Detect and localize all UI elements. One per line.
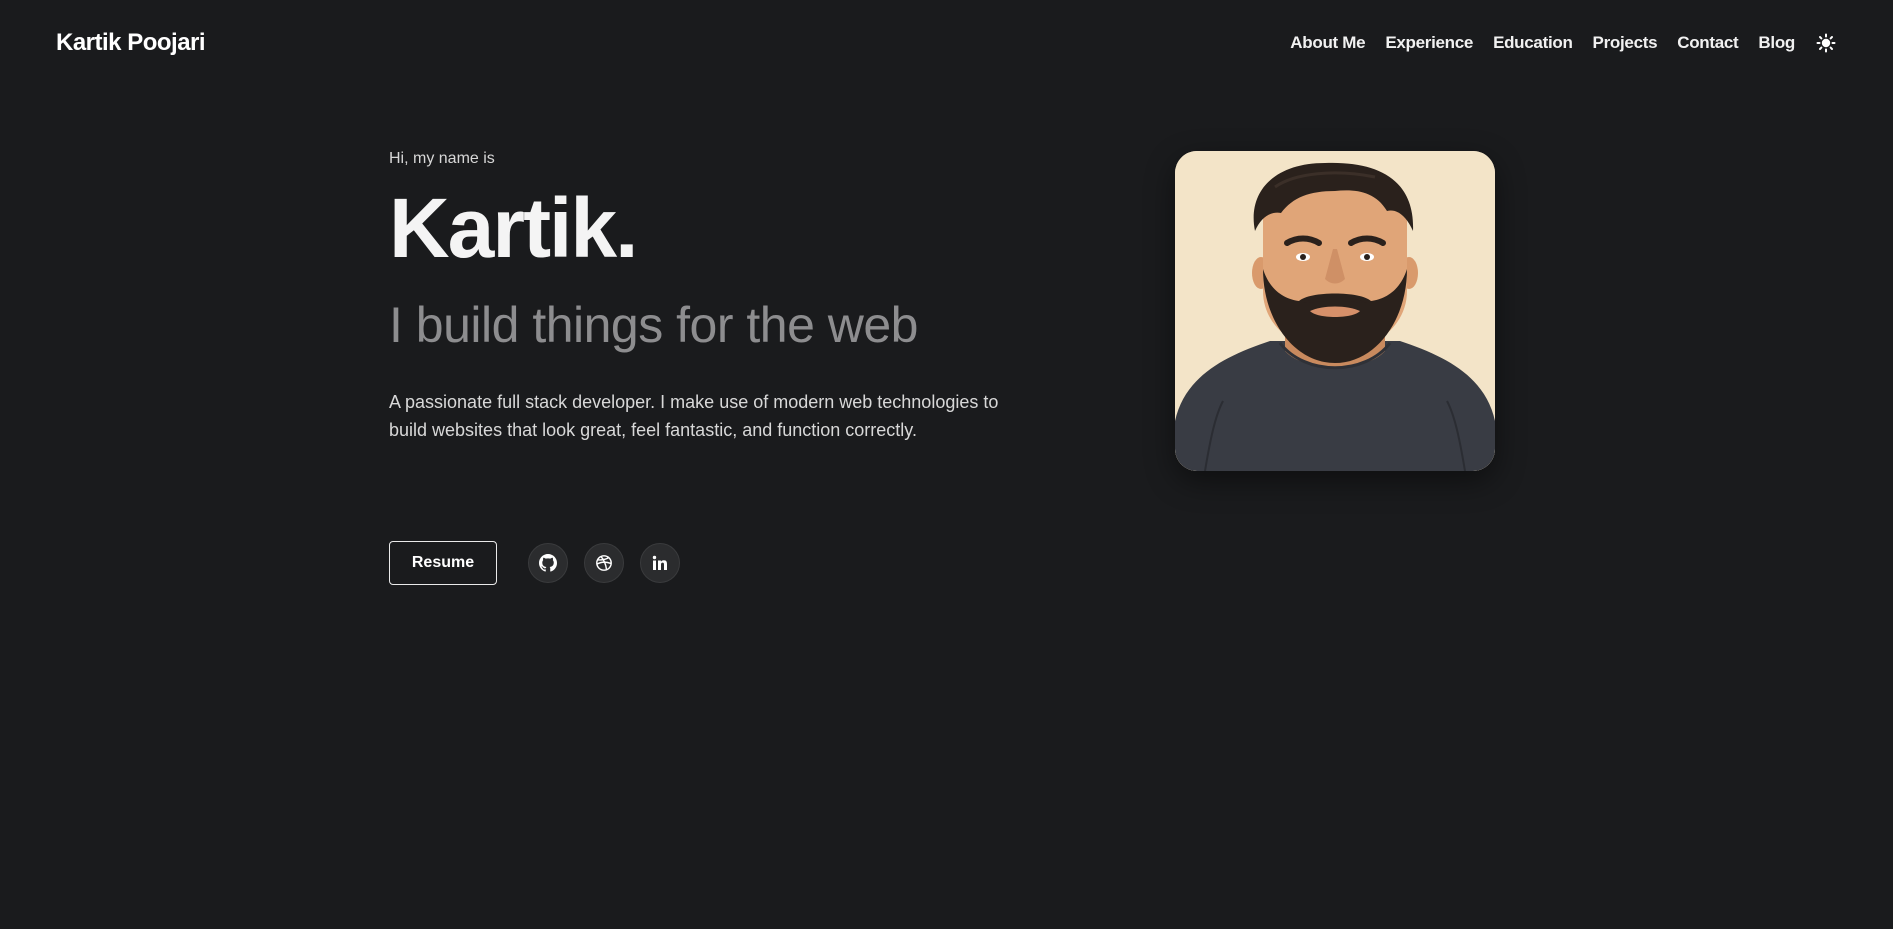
nav-education[interactable]: Education (1493, 33, 1573, 53)
nav-blog[interactable]: Blog (1758, 33, 1795, 53)
brand-logo[interactable]: Kartik Poojari (56, 29, 206, 57)
dribbble-icon (596, 555, 612, 571)
dribbble-link[interactable] (584, 543, 624, 583)
nav-experience[interactable]: Experience (1385, 33, 1473, 53)
hero-tagline: I build things for the web (389, 297, 919, 353)
linkedin-icon (652, 555, 667, 570)
main-nav: About Me Experience Education Projects C… (1290, 32, 1837, 54)
hero-name: Kartik. (389, 181, 638, 275)
theme-toggle-button[interactable] (1815, 32, 1837, 54)
hero-description: A passionate full stack developer. I mak… (389, 392, 999, 440)
site-header: Kartik Poojari About Me Experience Educa… (0, 0, 1893, 86)
avatar-illustration (1175, 151, 1495, 471)
nav-projects[interactable]: Projects (1593, 33, 1658, 53)
avatar-card (1175, 151, 1495, 471)
nav-about-me[interactable]: About Me (1290, 33, 1365, 53)
github-icon (539, 554, 557, 572)
hero-greeting: Hi, my name is (389, 150, 495, 167)
hero-actions: Resume (389, 541, 680, 585)
nav-contact[interactable]: Contact (1677, 33, 1738, 53)
hero-section: Hi, my name is Kartik. I build things fo… (389, 150, 1029, 444)
social-links (528, 543, 680, 583)
resume-button[interactable]: Resume (389, 541, 497, 585)
sun-icon (1816, 33, 1836, 53)
github-link[interactable] (528, 543, 568, 583)
linkedin-link[interactable] (640, 543, 680, 583)
page: Kartik Poojari About Me Experience Educa… (0, 0, 1893, 929)
